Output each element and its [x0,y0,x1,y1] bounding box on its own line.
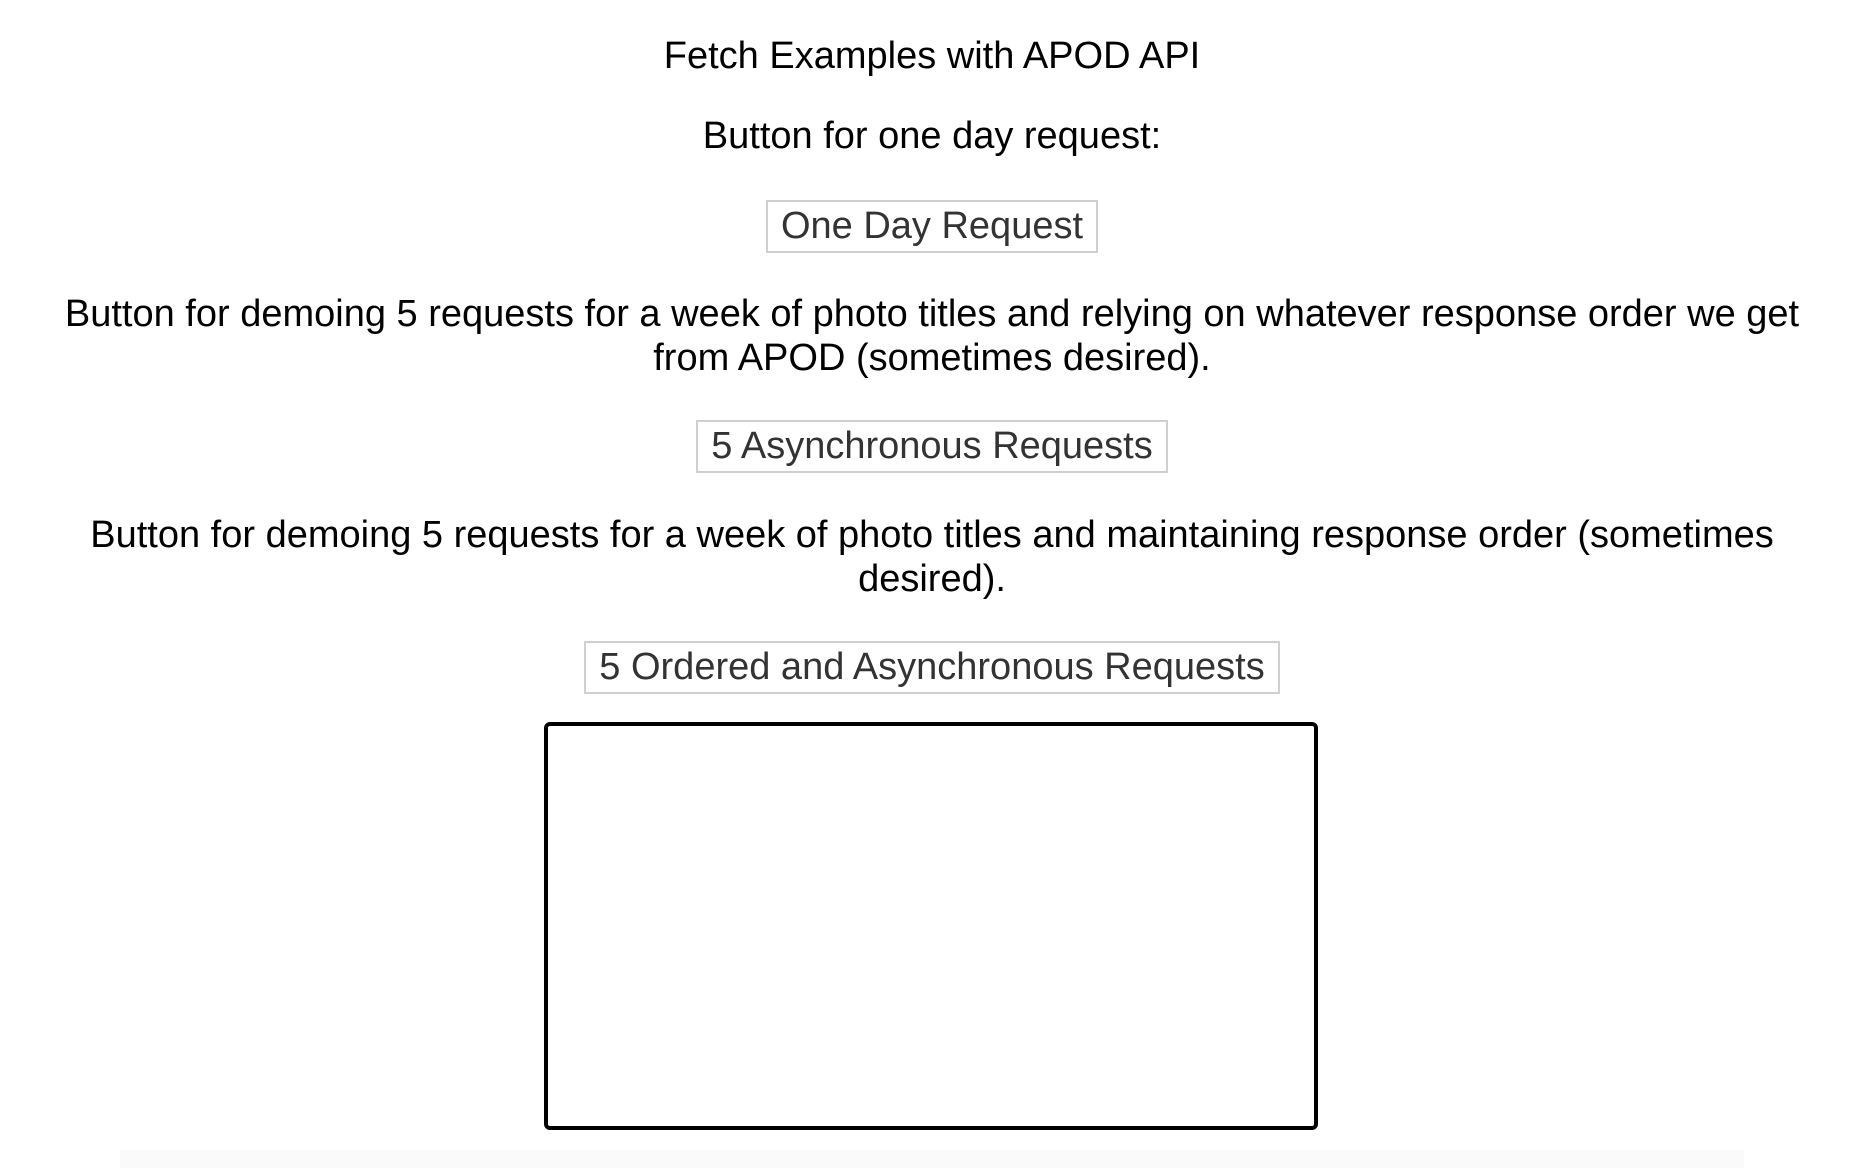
page: Fetch Examples with APOD API Button for … [0,0,1864,1168]
ordered-async-requests-button[interactable]: 5 Ordered and Asynchronous Requests [584,641,1280,694]
async-description: Button for demoing 5 requests for a week… [64,293,1800,379]
page-title: Fetch Examples with APOD API [663,35,1201,77]
output-box[interactable] [544,722,1318,1130]
one-day-button-row: One Day Request [0,200,1864,253]
bottom-shade [120,1150,1744,1168]
async-button-row: 5 Asynchronous Requests [0,420,1864,473]
one-day-description: Button for one day request: [702,115,1162,157]
ordered-description: Button for demoing 5 requests for a week… [90,514,1774,600]
ordered-button-row: 5 Ordered and Asynchronous Requests [0,641,1864,694]
one-day-request-button[interactable]: One Day Request [765,200,1099,253]
async-requests-button[interactable]: 5 Asynchronous Requests [696,420,1168,473]
